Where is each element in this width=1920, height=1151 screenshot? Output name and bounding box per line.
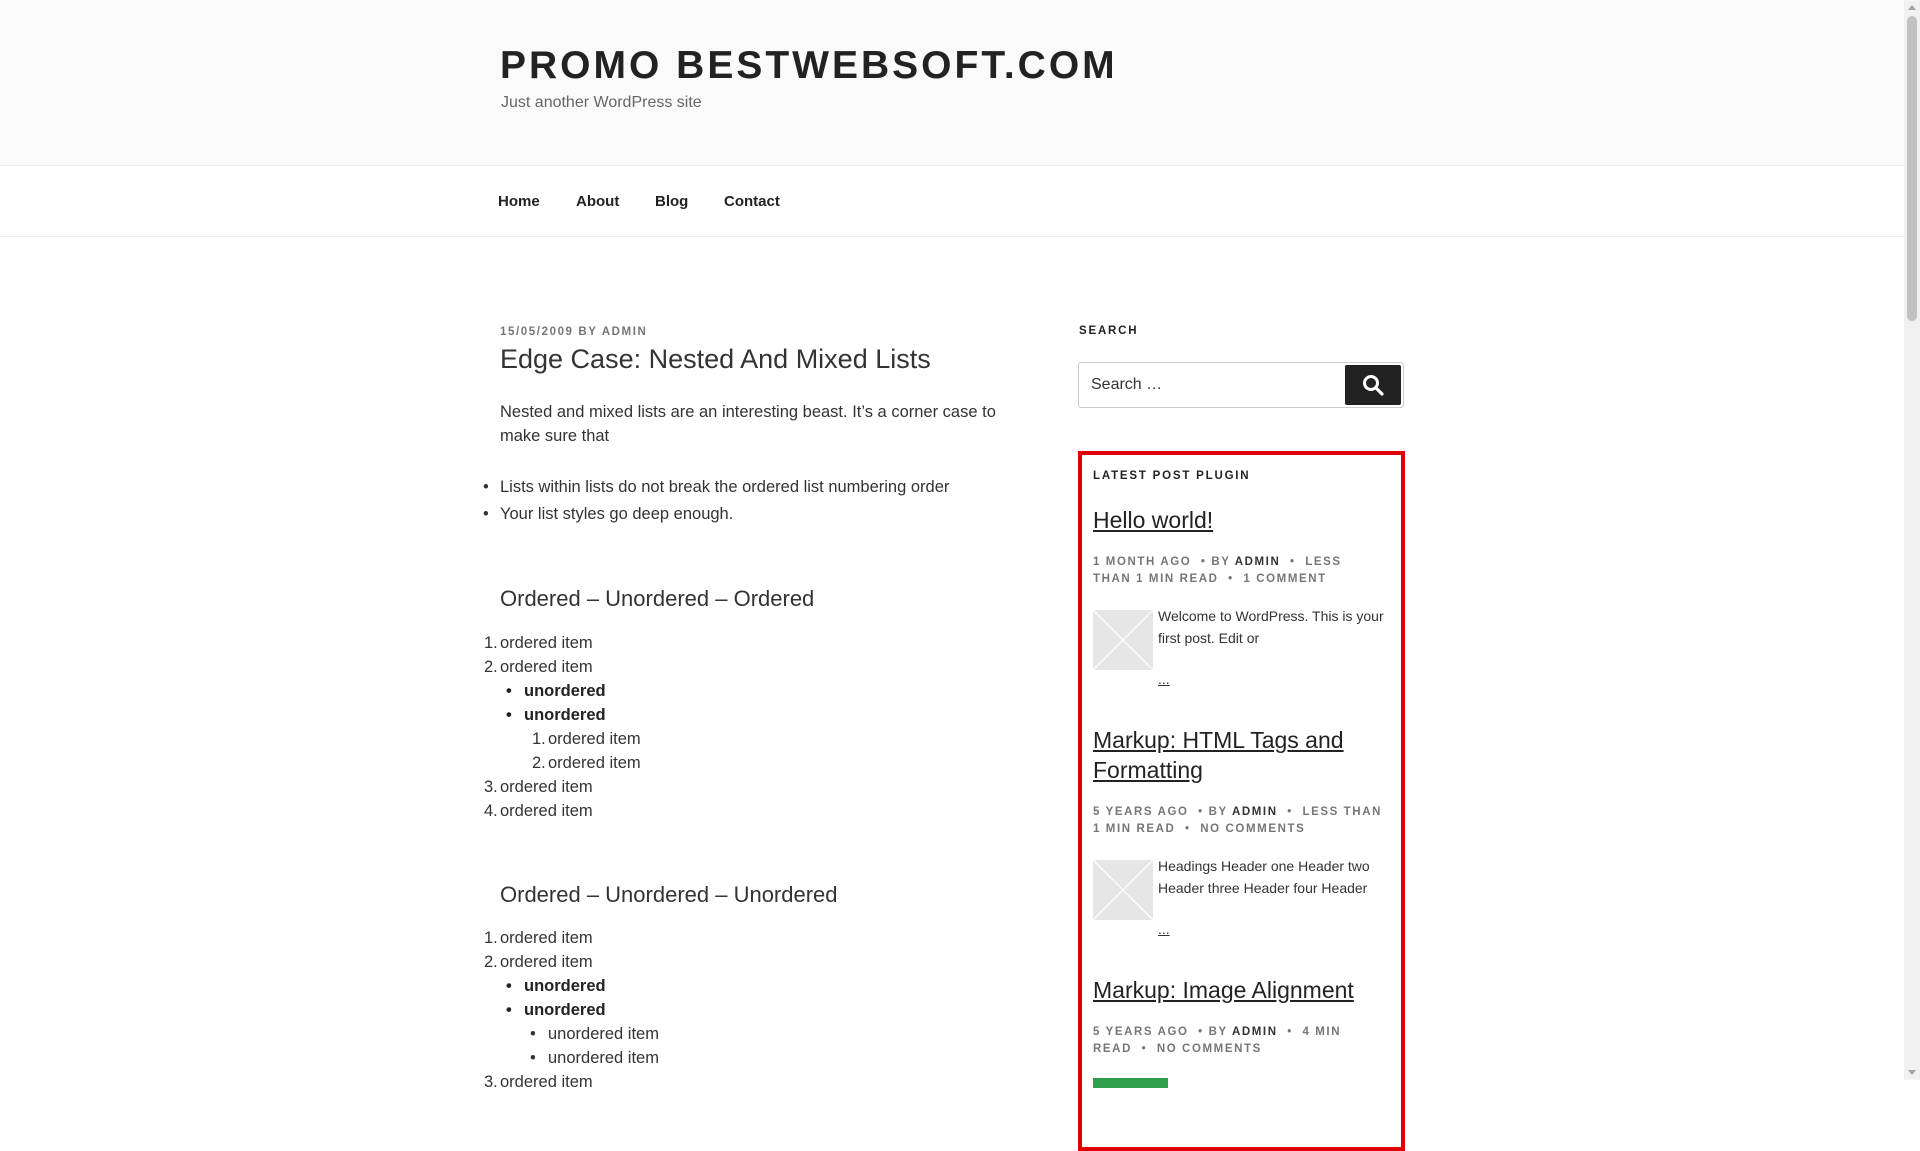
list-item: 2. ordered item xyxy=(484,658,593,676)
post-title[interactable]: Edge Case: Nested And Mixed Lists xyxy=(500,344,931,375)
latest-post-widget: LATEST POST PLUGIN Hello world! 1 MONTH … xyxy=(1078,451,1405,1151)
section-heading: Ordered – Unordered – Unordered xyxy=(500,882,838,907)
main-navigation: Home About Blog Contact xyxy=(0,165,1904,237)
list-item: 2. ordered item xyxy=(484,953,593,971)
list-item: Your list styles go deep enough. xyxy=(483,501,949,528)
scroll-down-icon[interactable] xyxy=(1908,1070,1916,1075)
nav-contact[interactable]: Contact xyxy=(724,193,780,210)
site-description: Just another WordPress site xyxy=(501,94,702,111)
nav-blog[interactable]: Blog xyxy=(655,193,688,210)
list-item: • unordered item xyxy=(530,1025,659,1043)
post-date[interactable]: 15/05/2009 xyxy=(500,326,574,338)
list-item: • unordered xyxy=(506,682,606,700)
list-item: Lists within lists do not break the orde… xyxy=(483,474,949,501)
list-item: 1. ordered item xyxy=(484,929,593,947)
nested-list: 1. ordered item 2. ordered item • unordered… xyxy=(484,926,659,1094)
read-more-link[interactable]: ... xyxy=(1158,921,1170,937)
list-item: 1. ordered item xyxy=(484,634,593,652)
section-heading: Ordered – Unordered – Ordered xyxy=(500,586,815,611)
scrollbar-thumb[interactable] xyxy=(1907,16,1917,321)
list-item: • unordered xyxy=(506,977,606,995)
scroll-up-icon[interactable] xyxy=(1908,5,1916,10)
latest-post-meta: 1 MONTH AGO • BY ADMIN • LESS THAN 1 MIN… xyxy=(1093,556,1342,585)
post-thumbnail[interactable] xyxy=(1092,859,1154,921)
site-header: PROMO BESTWEBSOFT.COM Just another WordP… xyxy=(0,0,1904,165)
post-author[interactable]: ADMIN xyxy=(602,326,648,338)
list-item: 1. ordered item xyxy=(532,730,641,748)
latest-post-title[interactable]: Markup: HTML Tags and Formatting xyxy=(1093,725,1383,785)
list-item: 2. ordered item xyxy=(532,754,641,772)
latest-post-meta: 5 YEARS AGO • BY ADMIN • LESS THAN 1 MIN… xyxy=(1093,806,1383,835)
search-button[interactable] xyxy=(1345,365,1401,405)
image-placeholder-icon xyxy=(1092,859,1154,921)
read-more-link[interactable]: ... xyxy=(1158,671,1170,687)
post-thumbnail[interactable] xyxy=(1092,609,1154,671)
list-item: • unordered xyxy=(506,706,606,724)
latest-post-title[interactable]: Hello world! xyxy=(1093,505,1383,535)
post-author-link[interactable]: ADMIN xyxy=(1235,556,1281,568)
post-author-link[interactable]: ADMIN xyxy=(1232,1026,1278,1038)
latest-post-title[interactable]: Markup: Image Alignment xyxy=(1093,975,1383,1005)
search-widget-title: SEARCH xyxy=(1079,325,1139,337)
nav-about[interactable]: About xyxy=(576,193,619,210)
post-by: BY xyxy=(578,326,598,338)
list-item: • unordered item xyxy=(530,1049,659,1067)
latest-post-excerpt: Headings Header one Header two Header th… xyxy=(1158,858,1370,896)
intro-list: Lists within lists do not break the orde… xyxy=(483,474,949,528)
image-placeholder-icon xyxy=(1092,609,1154,671)
post-meta: 15/05/2009 BY ADMIN xyxy=(500,326,647,338)
nav-home[interactable]: Home xyxy=(498,193,540,210)
list-item: 4. ordered item xyxy=(484,802,593,820)
site-title[interactable]: PROMO BESTWEBSOFT.COM xyxy=(500,44,1118,88)
search-form xyxy=(1078,362,1404,408)
latest-post-excerpt: Welcome to WordPress. This is your first… xyxy=(1158,608,1384,646)
latest-post-widget-title: LATEST POST PLUGIN xyxy=(1093,470,1251,482)
search-icon xyxy=(1363,375,1384,396)
latest-post-meta: 5 YEARS AGO • BY ADMIN • 4 MIN READ • NO… xyxy=(1093,1026,1342,1055)
list-item: 3. ordered item xyxy=(484,778,593,796)
post-author-link[interactable]: ADMIN xyxy=(1232,806,1278,818)
page-scrollbar[interactable] xyxy=(1904,0,1920,1080)
list-item: • unordered xyxy=(506,1001,606,1019)
nested-list: 1. ordered item 2. ordered item • unordered… xyxy=(484,631,641,823)
post-intro: Nested and mixed lists are an interestin… xyxy=(500,403,996,445)
search-input[interactable] xyxy=(1079,363,1345,407)
list-item: 3. ordered item xyxy=(484,1073,593,1091)
